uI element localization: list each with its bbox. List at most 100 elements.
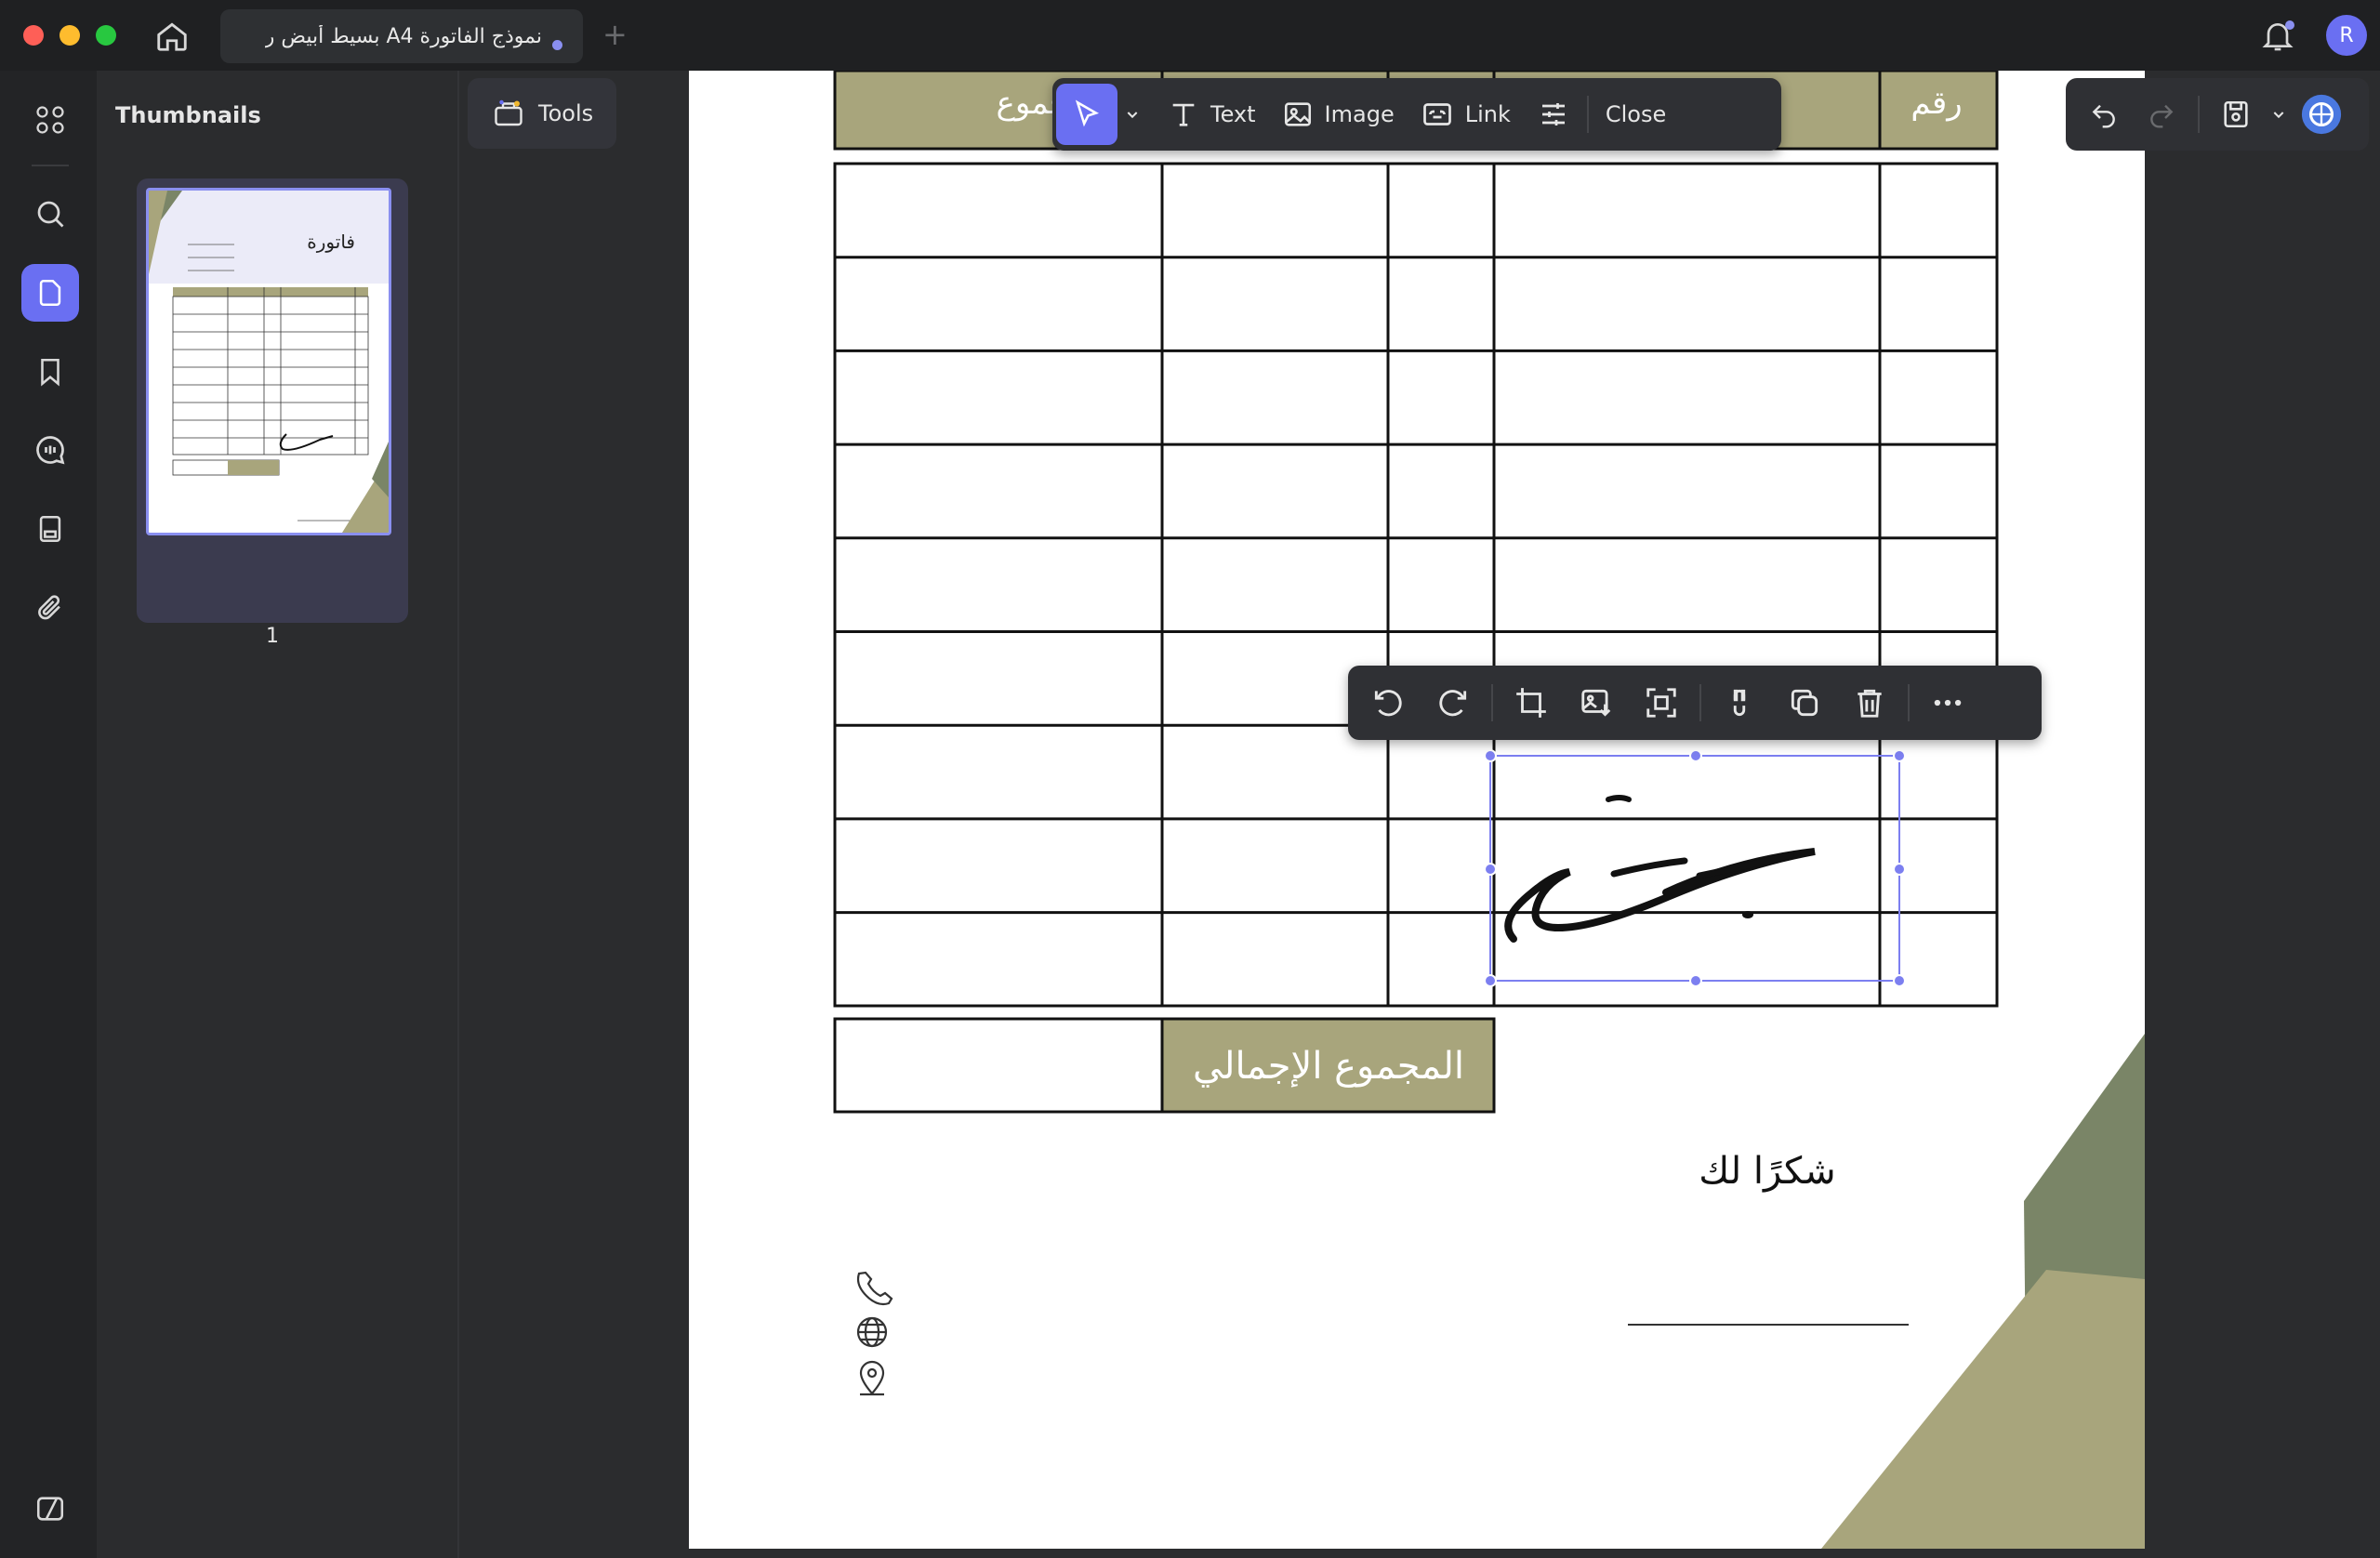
- thanks-text: شكرًا لك: [1699, 1150, 1835, 1193]
- search-icon: [37, 201, 64, 228]
- globe-icon: [856, 1316, 888, 1348]
- rotate-left-button[interactable]: [1355, 670, 1421, 735]
- extract-image-button[interactable]: [1629, 670, 1694, 735]
- save-icon: [2224, 100, 2248, 128]
- grand-total-text: المجموع الإجمالي: [1193, 1045, 1464, 1088]
- replace-image-button[interactable]: [1564, 670, 1629, 735]
- chevron-down-icon: [2273, 112, 2284, 119]
- trash-icon: [1858, 689, 1882, 718]
- toolbar-divider: [1908, 684, 1910, 721]
- resize-handle-bottom-left[interactable]: [1484, 974, 1497, 987]
- notification-dot: [2285, 20, 2294, 30]
- zoom-window-button[interactable]: [96, 25, 116, 46]
- undo-button[interactable]: [2075, 86, 2133, 143]
- bookmarks-button[interactable]: [21, 343, 79, 401]
- sidebar-toggle-icon: [36, 1497, 64, 1521]
- tools-label: Tools: [538, 100, 594, 126]
- thumbnail-preview: فاتورة: [146, 188, 391, 535]
- pages-button[interactable]: [21, 264, 79, 322]
- ai-assistant-button[interactable]: [2293, 86, 2350, 143]
- header-number-text: رقم: [1911, 85, 1962, 122]
- comments-button[interactable]: [21, 421, 79, 479]
- forms-button[interactable]: [21, 500, 79, 558]
- page-number: 1: [266, 625, 279, 648]
- document-tab[interactable]: نموذج الفاتورة A4 بسيط أبيض ر: [220, 9, 583, 63]
- location-pin-icon: [859, 1360, 885, 1396]
- rotate-left-icon: [1374, 690, 1402, 717]
- minimize-window-button[interactable]: [60, 25, 80, 46]
- theme-button[interactable]: [21, 1480, 79, 1538]
- resize-handle-bottom[interactable]: [1689, 974, 1702, 987]
- cursor-icon: [1075, 99, 1100, 127]
- tools-button[interactable]: Tools: [468, 78, 616, 149]
- link-icon: [1422, 103, 1451, 125]
- resize-handle-top-right[interactable]: [1893, 749, 1906, 762]
- save-options-dropdown[interactable]: [2265, 86, 2293, 143]
- phone-icon: [856, 1271, 893, 1306]
- text-tool-button[interactable]: Text: [1155, 84, 1269, 145]
- crop-button[interactable]: [1499, 670, 1564, 735]
- link-tool-label: Link: [1464, 101, 1511, 127]
- thumbnail-title-text: فاتورة: [307, 231, 355, 253]
- avatar[interactable]: R: [2326, 15, 2367, 56]
- left-rail: [0, 71, 97, 1558]
- resize-handle-bottom-right[interactable]: [1893, 974, 1906, 987]
- image-selection-box[interactable]: [1484, 749, 1906, 987]
- close-window-button[interactable]: [23, 25, 44, 46]
- extract-image-icon: [1646, 688, 1676, 718]
- crop-icon: [1516, 688, 1546, 718]
- page-icon: [39, 279, 61, 307]
- document-page: المجموع رقم المجموع الإجمالي شكرًا لك: [689, 71, 2145, 1549]
- bookmark-icon: [41, 358, 60, 387]
- close-edit-button[interactable]: Close: [1593, 84, 1679, 145]
- duplicate-button[interactable]: [1772, 670, 1837, 735]
- resize-handle-top-left[interactable]: [1484, 749, 1497, 762]
- thumbnail-graphic: فاتورة: [149, 191, 389, 533]
- chain-link-icon: [1733, 689, 1746, 717]
- form-icon: [39, 515, 61, 543]
- select-tool-dropdown[interactable]: [1117, 84, 1155, 145]
- image-tool-button[interactable]: Image: [1269, 84, 1408, 145]
- chevron-down-icon: [1127, 112, 1138, 119]
- text-tool-label: Text: [1210, 101, 1256, 127]
- home-button[interactable]: [151, 15, 193, 58]
- toolbar-divider: [1491, 684, 1493, 721]
- grid-icon: [36, 106, 64, 134]
- sliders-icon: [1541, 103, 1565, 125]
- toolbar-divider: [2198, 96, 2200, 133]
- toolbar-divider: [1586, 96, 1589, 133]
- properties-button[interactable]: [1524, 84, 1583, 145]
- unsaved-dot: [552, 40, 562, 50]
- resize-handle-top[interactable]: [1689, 749, 1702, 762]
- redo-button[interactable]: [2133, 86, 2190, 143]
- toolbar-divider: [1699, 684, 1701, 721]
- rail-divider: [32, 165, 69, 166]
- rotate-right-button[interactable]: [1421, 670, 1486, 735]
- invoice-content: المجموع رقم المجموع الإجمالي شكرًا لك: [833, 71, 2145, 1549]
- toolbox-icon: [495, 99, 522, 126]
- history-toolbar: [2066, 78, 2369, 151]
- delete-button[interactable]: [1837, 670, 1902, 735]
- rotate-right-icon: [1439, 690, 1467, 717]
- select-tool-button[interactable]: [1056, 84, 1117, 145]
- resize-handle-right[interactable]: [1893, 863, 1906, 876]
- copy-icon: [1791, 689, 1818, 717]
- decor-olive-shape: [1821, 1270, 2145, 1549]
- search-button[interactable]: [21, 185, 79, 243]
- more-options-button[interactable]: [1915, 670, 1980, 735]
- title-bar: نموذج الفاتورة A4 بسيط أبيض ر + R: [0, 0, 2380, 71]
- attachments-button[interactable]: [21, 579, 79, 637]
- page-thumbnail[interactable]: فاتورة 1: [137, 178, 408, 648]
- comment-icon: [36, 436, 65, 465]
- apps-button[interactable]: [21, 91, 79, 149]
- text-icon: [1172, 103, 1195, 126]
- close-edit-label: Close: [1605, 101, 1667, 127]
- resize-handle-left[interactable]: [1484, 863, 1497, 876]
- new-tab-button[interactable]: +: [602, 17, 628, 52]
- link-tool-button[interactable]: Link: [1408, 84, 1524, 145]
- ai-assistant-icon: [2301, 94, 2342, 135]
- image-context-toolbar: [1348, 666, 2042, 740]
- link-image-button[interactable]: [1707, 670, 1772, 735]
- save-button[interactable]: [2207, 86, 2265, 143]
- more-horizontal-icon: [1934, 699, 1962, 706]
